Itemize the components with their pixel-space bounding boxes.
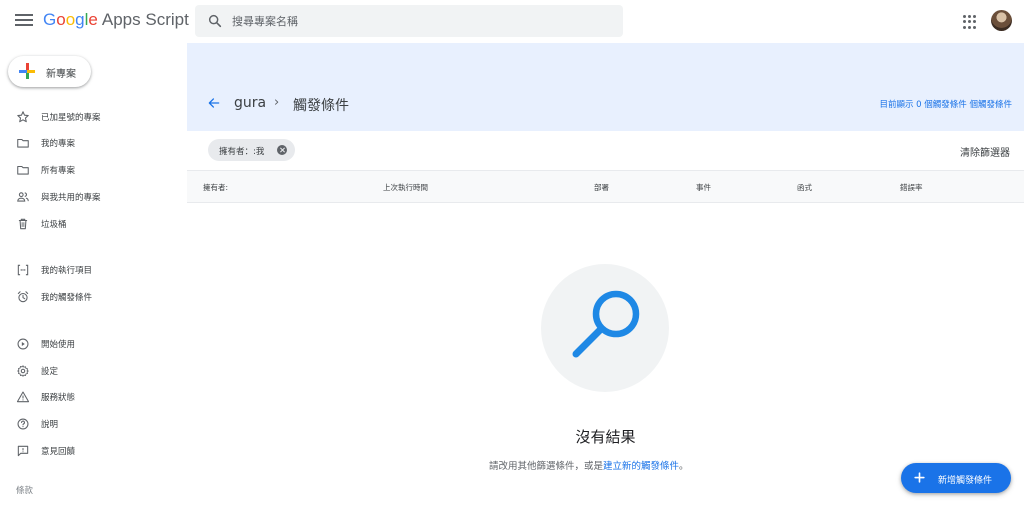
search-icon[interactable] (207, 13, 223, 29)
play-circle-icon (17, 338, 29, 350)
sidebar-item-triggers[interactable]: 我的觸發條件 (0, 286, 186, 308)
apps-dot (968, 15, 971, 18)
apps-dot (963, 20, 966, 24)
column-header-owner[interactable]: 擁有者: (203, 182, 228, 193)
logo-letter: o (65, 10, 76, 29)
warning-icon (16, 391, 30, 403)
apps-dot (968, 25, 971, 29)
back-arrow-icon[interactable] (207, 96, 221, 110)
owner-filter-chip[interactable]: 擁有者：:我 (208, 139, 295, 161)
trigger-count-status: 目前顯示 0 個觸發條件 個觸發條件 (879, 100, 1012, 110)
add-trigger-button[interactable]: 新增觸發條件 (901, 463, 1011, 493)
sidebar-item-get-started[interactable]: 開始使用 (0, 333, 186, 355)
sidebar-item-settings[interactable]: 設定 (0, 360, 186, 382)
logo-letter: o (56, 10, 66, 29)
apps-dot (963, 15, 966, 18)
empty-state-subtitle-text: 請改用其他篩選條件，或是 (489, 461, 604, 472)
alarm-icon (17, 291, 29, 303)
menu-bar-line (15, 14, 33, 16)
add-trigger-label: 新增觸發條件 (938, 476, 993, 486)
new-project-label: 新專案 (46, 69, 76, 80)
close-icon[interactable] (277, 145, 287, 155)
apps-dot (963, 25, 966, 29)
folder-icon (17, 165, 29, 175)
apps-dot (968, 20, 971, 24)
search-box (195, 5, 623, 37)
sidebar-item-label: 與我共用的專案 (41, 193, 101, 203)
sidebar-item-starred[interactable]: 已加星號的專案 (0, 106, 186, 128)
apps-dot (973, 15, 976, 18)
column-header-event[interactable]: 事件 (696, 182, 711, 193)
logo-letter: g (75, 10, 85, 29)
column-header-deployment[interactable]: 部署 (594, 182, 609, 193)
terms-link[interactable]: 條款 (16, 484, 33, 496)
trash-icon (18, 218, 28, 230)
sidebar-item-label: 我的觸發條件 (41, 293, 93, 303)
sidebar-item-label: 我的專案 (41, 139, 76, 149)
app-logo[interactable]: Google Apps Script (43, 10, 189, 30)
gear-icon (17, 365, 29, 377)
folder-icon (17, 138, 29, 148)
breadcrumb-separator: › (274, 95, 280, 110)
sidebar-item-label: 設定 (41, 367, 59, 377)
account-avatar[interactable] (991, 10, 1012, 31)
plus-icon (914, 472, 925, 483)
sidebar-item-label: 服務狀態 (41, 393, 76, 403)
google-apps-icon[interactable] (963, 15, 977, 29)
table-header: 擁有者: 上次執行時間 部署 事件 函式 錯誤率 (187, 170, 1024, 203)
empty-state-title: 沒有結果 (575, 428, 636, 446)
sidebar-item-my-projects[interactable]: 我的專案 (0, 132, 186, 154)
app-root: GoogleApps Script 新專案 已加星號的專案 我 (0, 0, 1024, 507)
sidebar-item-label: 開始使用 (41, 340, 76, 350)
empty-state-subtitle: 請改用其他篩選條件，或是建立新的觸發條件。 (489, 458, 689, 472)
sidebar-item-trash[interactable]: 垃圾桶 (0, 213, 186, 235)
clear-filters-button[interactable]: 清除篩選器 (960, 144, 1010, 159)
new-project-button[interactable]: 新專案 (8, 56, 91, 87)
apps-dot (973, 20, 976, 24)
people-icon (17, 192, 29, 202)
sidebar-item-status[interactable]: 服務狀態 (0, 386, 186, 408)
create-trigger-link[interactable]: 建立新的觸發條件 (603, 461, 679, 472)
logo-letter: e (88, 10, 98, 29)
breadcrumb-project[interactable]: gura (234, 95, 266, 111)
plus-icon (19, 63, 35, 79)
empty-state-subtitle-end: 。 (679, 461, 689, 472)
page-header-band: gura › 觸發條件 目前顯示 0 個觸發條件 個觸發條件 (187, 43, 1024, 131)
sidebar-item-label: 已加星號的專案 (41, 113, 101, 123)
empty-state-illustration (541, 264, 669, 392)
sidebar-item-shared[interactable]: 與我共用的專案 (0, 186, 186, 208)
menu-bar-line (15, 24, 33, 26)
star-icon (17, 111, 29, 123)
sidebar-item-label: 我的執行項目 (41, 266, 93, 276)
column-header-last-run[interactable]: 上次執行時間 (383, 182, 428, 193)
sidebar-item-label: 垃圾桶 (41, 220, 67, 230)
search-input[interactable] (232, 5, 612, 37)
menu-bar-line (15, 19, 33, 21)
apps-dot (973, 25, 976, 29)
sidebar-item-all-projects[interactable]: 所有專案 (0, 159, 186, 181)
page-title: 觸發條件 (293, 98, 349, 114)
filter-chip-label: 擁有者：:我 (219, 147, 265, 157)
sidebar-item-executions[interactable]: 我的執行項目 (0, 259, 186, 281)
magnifier-icon (572, 290, 640, 358)
column-header-error-rate[interactable]: 錯誤率 (900, 182, 923, 193)
column-header-function[interactable]: 函式 (797, 182, 812, 193)
main-menu-button[interactable] (14, 11, 34, 31)
top-bar: Google Apps Script (0, 0, 1024, 42)
sidebar-item-label: 所有專案 (41, 166, 76, 176)
logo-letter: G (43, 10, 57, 29)
logo-product-name: Apps Script (101, 10, 189, 29)
executions-icon (17, 264, 29, 276)
